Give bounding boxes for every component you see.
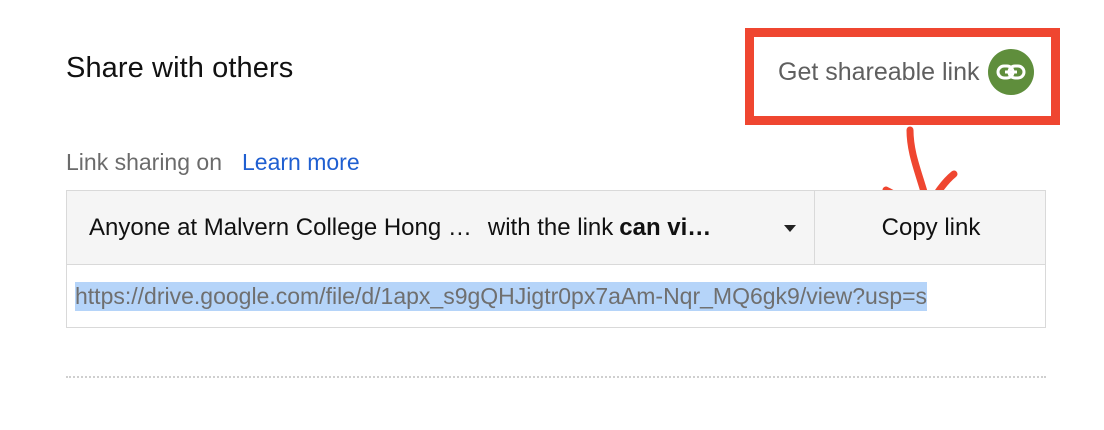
link-share-box: Anyone at Malvern College Hong … with th… — [66, 190, 1046, 328]
caret-down-icon — [784, 225, 796, 232]
access-permission: can vi… — [619, 213, 712, 241]
access-with-text: with the link — [487, 213, 614, 241]
page-title: Share with others — [66, 52, 294, 84]
share-url-text[interactable]: https://drive.google.com/file/d/1apx_s9g… — [75, 281, 928, 311]
learn-more-link[interactable]: Learn more — [242, 149, 360, 176]
link-access-dropdown[interactable]: Anyone at Malvern College Hong … with th… — [67, 191, 815, 264]
get-shareable-link-button[interactable]: Get shareable link — [778, 49, 1034, 95]
share-url-field[interactable]: https://drive.google.com/file/d/1apx_s9g… — [67, 265, 1045, 327]
divider — [66, 376, 1046, 378]
access-row: Anyone at Malvern College Hong … with th… — [67, 191, 1045, 265]
copy-link-button[interactable]: Copy link — [817, 191, 1045, 264]
get-shareable-link-label: Get shareable link — [778, 57, 980, 86]
link-icon[interactable] — [987, 49, 1034, 95]
link-sharing-status: Link sharing on — [66, 148, 222, 175]
link-sharing-status-row: Link sharing on Learn more — [66, 146, 360, 178]
share-dialog: Share with others Get shareable link Lin… — [0, 0, 1104, 430]
access-audience: Anyone at Malvern College Hong … — [89, 213, 472, 241]
